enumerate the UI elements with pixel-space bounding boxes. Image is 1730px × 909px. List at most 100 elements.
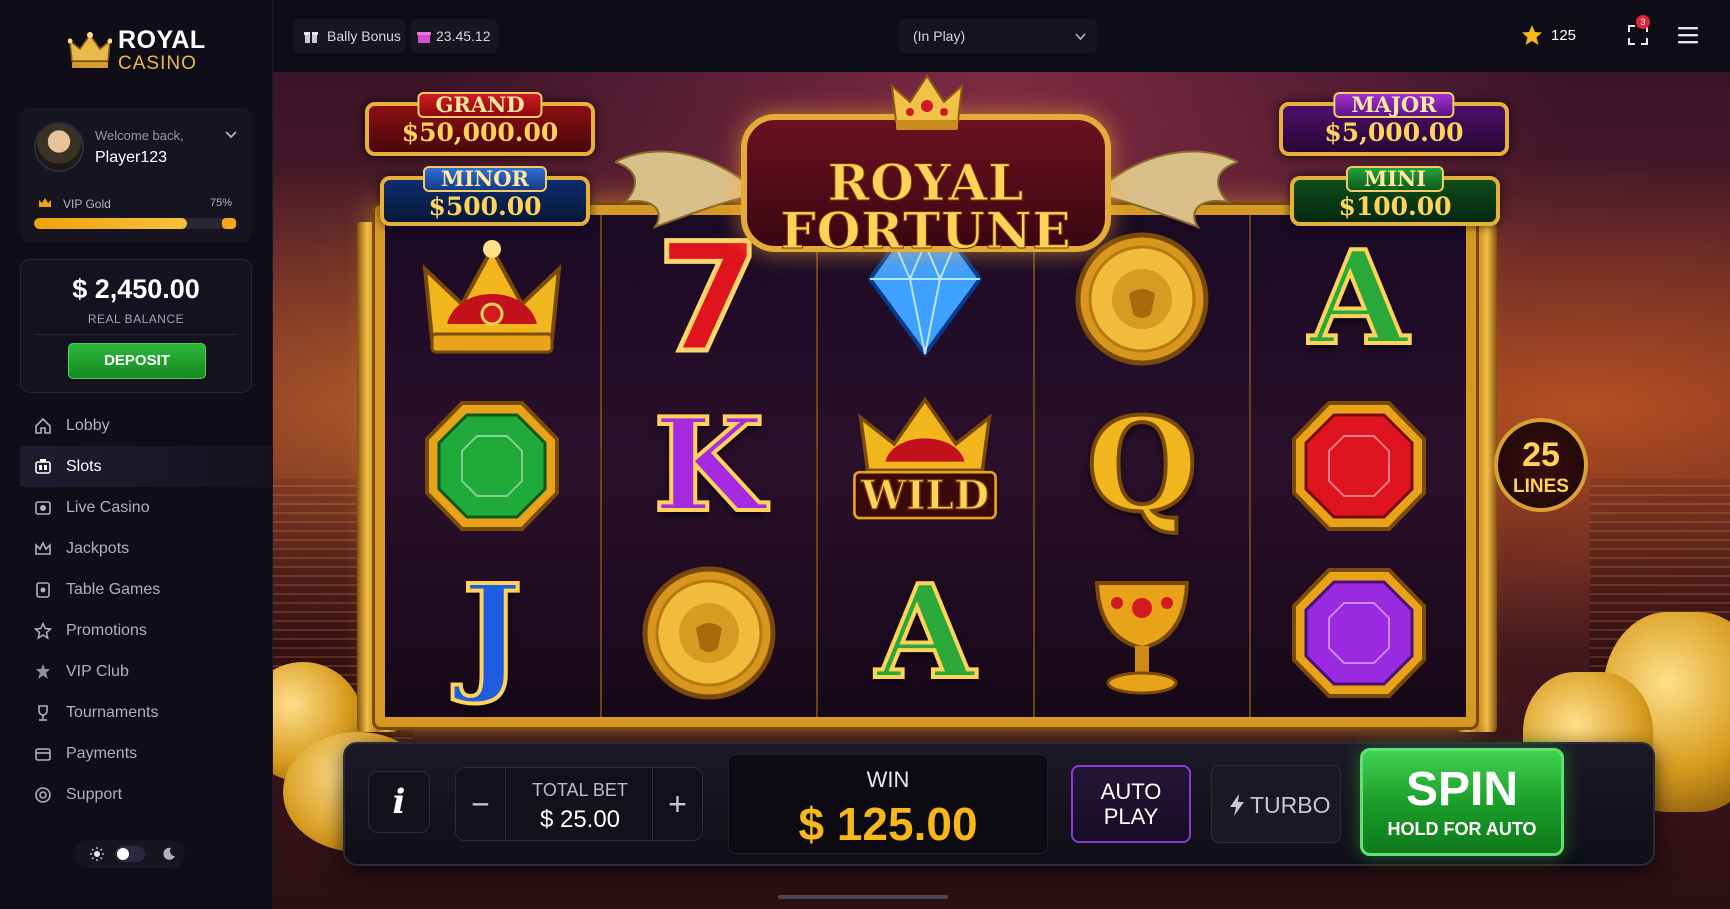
sidebar-item-label: Payments — [66, 744, 138, 762]
mode-select[interactable]: (In Play) — [898, 19, 1098, 53]
home-icon — [35, 417, 51, 434]
jackpot-minor-label: MINOR — [422, 166, 548, 192]
logo[interactable]: ROYAL CASINO — [68, 28, 206, 73]
paylines-badge: 25 LINES — [1494, 418, 1588, 512]
reel-cell: A — [1251, 215, 1466, 382]
sidebar-item-support[interactable]: Support — [20, 774, 273, 815]
vip-progress-bar — [34, 218, 238, 229]
sidebar-item-live-casino[interactable]: Live Casino — [20, 487, 273, 528]
jackpot-major-value: $5,000.00 — [1324, 118, 1464, 147]
mode-select-value: (In Play) — [913, 28, 966, 44]
avatar[interactable] — [34, 122, 84, 172]
theme-toggle[interactable] — [75, 840, 185, 868]
sun-icon — [90, 847, 104, 861]
balance-amount: $ 2,450.00 — [72, 274, 200, 304]
star-icon — [34, 621, 52, 640]
balance-label: REAL BALANCE — [87, 312, 185, 326]
reel-cell — [1035, 550, 1250, 717]
sidebar-item-label: Slots — [66, 457, 102, 475]
sidebar-item-slots[interactable]: Slots — [20, 446, 273, 487]
green-gem-icon — [425, 400, 560, 531]
sidebar-item-label: Live Casino — [66, 498, 150, 516]
letter-q-symbol: Q — [1084, 390, 1199, 541]
total-bet-label: TOTAL BET — [532, 780, 628, 800]
auto-play-button[interactable]: AUTO PLAY — [1071, 765, 1191, 843]
jackpot-minor-value: $500.00 — [428, 192, 542, 221]
auto-play-line2: PLAY — [1103, 804, 1159, 829]
sidebar-item-promotions[interactable]: Promotions — [20, 610, 273, 651]
moon-icon — [163, 847, 175, 860]
win-label: WIN — [866, 767, 910, 792]
star-icon — [1522, 25, 1542, 45]
jackpot-grand-value: $50,000.00 — [401, 118, 559, 147]
reel-cell: J — [385, 550, 600, 717]
deposit-button[interactable]: DEPOSIT — [68, 343, 206, 379]
gift-timer-icon — [417, 32, 431, 43]
timer-text: 23.45.12 — [436, 28, 491, 44]
user-card[interactable]: Welcome back, Player123 VIP Gold 75% — [20, 108, 252, 242]
stars-count: 125 — [1551, 26, 1577, 44]
decrease-bet-button[interactable]: − — [456, 768, 506, 840]
increase-bet-button[interactable]: + — [652, 768, 702, 840]
hamburger-menu-icon[interactable] — [1677, 25, 1699, 45]
letter-a-symbol: A — [1307, 223, 1410, 374]
sidebar: ROYAL CASINO Welcome back, Player123 VIP… — [0, 0, 273, 909]
game-title: ROYAL FORTUNE — [741, 114, 1111, 256]
notification-badge: 3 — [1636, 15, 1650, 29]
stars-counter[interactable]: 125 — [1521, 24, 1576, 46]
reel-frame: J 7 K WILD A Q A — [375, 205, 1476, 727]
lightning-icon — [1230, 794, 1244, 816]
spin-sublabel: HOLD FOR AUTO — [1387, 819, 1537, 839]
vip-icon — [36, 663, 50, 679]
sidebar-nav: Lobby Slots Live Casino Jackpots Table Games… — [20, 405, 273, 815]
jackpot-grand: GRAND $50,000.00 — [365, 92, 595, 156]
reel-cell — [1251, 382, 1466, 549]
sidebar-item-label: Tournaments — [66, 703, 159, 721]
spin-label: SPIN — [1405, 763, 1519, 816]
paylines-label: LINES — [1513, 476, 1569, 497]
theme-switch[interactable] — [115, 846, 145, 862]
top-bar: Bally Bonus 23.45.12 (In Play) 125 3 — [273, 0, 1730, 72]
slots-icon — [35, 458, 51, 474]
purple-gem-icon — [1291, 568, 1426, 699]
sidebar-item-tournaments[interactable]: Tournaments — [20, 692, 273, 733]
sidebar-item-label: Table Games — [66, 580, 161, 598]
jackpot-major-label: MAJOR — [1333, 92, 1455, 118]
jackpot-mini-value: $100.00 — [1338, 192, 1452, 221]
spin-button[interactable]: SPIN HOLD FOR AUTO — [1360, 748, 1564, 856]
reel-cell: A — [818, 550, 1033, 717]
turbo-button[interactable]: TURBO — [1211, 765, 1341, 843]
win-display: WIN $ 125.00 — [728, 754, 1048, 854]
info-icon: i — [392, 782, 406, 822]
auto-play-line1: AUTO — [1100, 779, 1162, 804]
support-icon — [35, 786, 51, 803]
sidebar-item-jackpots[interactable]: Jackpots — [20, 528, 273, 569]
sidebar-item-label: Support — [66, 785, 123, 803]
home-indicator — [778, 895, 948, 899]
sidebar-item-table-games[interactable]: Table Games — [20, 569, 273, 610]
reel-4: Q — [1034, 215, 1252, 717]
bonus-chip[interactable]: Bally Bonus — [293, 19, 405, 53]
lion-coin-icon — [642, 566, 776, 700]
sidebar-item-vip-club[interactable]: VIP Club — [20, 651, 273, 692]
wing-left-icon — [615, 150, 745, 230]
wallet-icon — [35, 747, 51, 761]
reel-cell — [385, 215, 600, 382]
reel-cell — [1251, 550, 1466, 717]
logo-line1: ROYAL — [118, 26, 206, 54]
info-button[interactable]: i — [368, 771, 430, 833]
reels: J 7 K WILD A Q A — [385, 215, 1466, 717]
total-bet-value: $ 25.00 — [539, 806, 621, 833]
sidebar-item-lobby[interactable]: Lobby — [20, 405, 273, 446]
chevron-down-icon[interactable] — [224, 128, 238, 142]
sidebar-item-payments[interactable]: Payments — [20, 733, 273, 774]
wild-text: WILD — [860, 471, 989, 519]
wing-right-icon — [1108, 150, 1238, 230]
reel-2: 7K — [601, 211, 819, 717]
seven-symbol: 7 — [654, 211, 763, 386]
bonus-label: Bally Bonus — [327, 28, 401, 44]
reel-5: A — [1251, 215, 1466, 717]
jackpot-grand-label: GRAND — [417, 92, 543, 118]
total-bet-control: − TOTAL BET $ 25.00 + — [455, 767, 703, 841]
reel-cell: Q — [1035, 382, 1250, 549]
